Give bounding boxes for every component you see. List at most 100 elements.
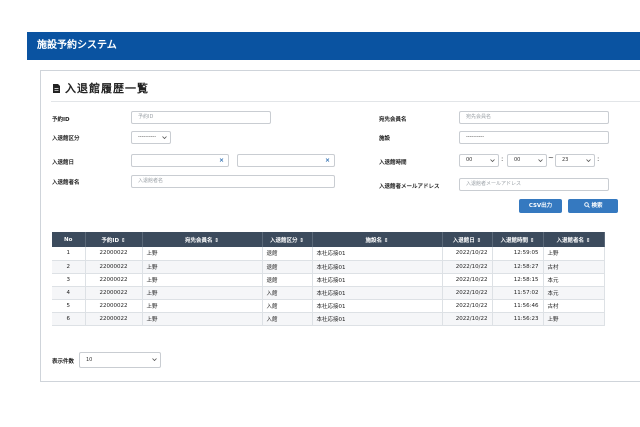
page-size-select[interactable]: 10 xyxy=(79,352,161,368)
table-row: 1 22000022 上野 退館 本社応接01 2022/10/22 12:59:05 上野 xyxy=(52,247,605,261)
entry-type-select[interactable]: ---------- xyxy=(131,131,171,144)
facility-name-cell: 本社応接01 xyxy=(312,247,443,261)
destination-member-cell: 上野 xyxy=(142,273,263,287)
column-header[interactable]: 入退館日 ⇕ xyxy=(442,232,493,247)
entry-date-cell: 2022/10/22 xyxy=(442,286,493,300)
reservation-id-placeholder: 予約ID xyxy=(138,114,154,120)
reservation-id-label: 予約ID xyxy=(52,117,70,123)
row-number-cell: 2 xyxy=(52,260,86,274)
visitor-name-cell: 本元 xyxy=(543,273,605,287)
visitor-name-input[interactable]: 入退館者名 xyxy=(131,175,335,188)
row-number-cell: 1 xyxy=(52,247,86,261)
visitor-email-placeholder: 入退館者メールアドレス xyxy=(466,181,522,187)
destination-member-cell: 上野 xyxy=(142,286,263,300)
entry-time-cell: 11:56:23 xyxy=(492,312,544,326)
row-number-cell: 4 xyxy=(52,286,86,300)
entry-date-label: 入退館日 xyxy=(52,160,75,166)
destination-member-cell: 上野 xyxy=(142,260,263,274)
reservation-id-cell: 22000022 xyxy=(85,286,143,300)
entry-time-cell: 12:59:05 xyxy=(492,247,544,261)
reservation-id-input[interactable]: 予約ID xyxy=(131,111,271,124)
visitor-name-cell: 古村 xyxy=(543,299,605,313)
reservation-id-cell: 22000022 xyxy=(85,260,143,274)
entry-date-cell: 2022/10/22 xyxy=(442,260,493,274)
to-hour-value: 23 xyxy=(562,157,569,163)
column-header[interactable]: 予約ID ⇕ xyxy=(85,232,143,247)
reservation-id-cell: 22000022 xyxy=(85,312,143,326)
entry-time-cell: 11:56:46 xyxy=(492,299,544,313)
table-body: 1 22000022 上野 退館 本社応接01 2022/10/22 12:59:05 上野 2… xyxy=(52,247,605,326)
entry-date-cell: 2022/10/22 xyxy=(442,312,493,326)
page-title: 入退館履歴一覧 xyxy=(53,80,149,96)
entry-time-cell: 12:58:27 xyxy=(492,260,544,274)
chevron-down-icon xyxy=(152,358,157,362)
from-minute-select[interactable]: 00 xyxy=(507,154,547,167)
facility-name-cell: 本社応接01 xyxy=(312,312,443,326)
chevron-down-icon xyxy=(586,159,591,163)
csv-export-label: CSV出力 xyxy=(528,203,553,209)
facility-name-cell: 本社応接01 xyxy=(312,299,443,313)
row-number-cell: 3 xyxy=(52,273,86,287)
history-table: No 予約ID ⇕ 宛先会員名 ⇕ 入退館区分 ⇕ 施設名 ⇕ 入退館日 ⇕ 入… xyxy=(52,232,605,326)
facility-select[interactable]: ---------- xyxy=(459,131,609,144)
time-colon: : xyxy=(597,155,600,163)
search-button[interactable]: 検索 xyxy=(568,199,618,213)
from-hour-select[interactable]: 00 xyxy=(459,154,499,167)
destination-member-cell: 上野 xyxy=(142,247,263,261)
row-number-cell: 6 xyxy=(52,312,86,326)
app-header: 施設予約システム xyxy=(27,32,640,60)
row-number-cell: 5 xyxy=(52,299,86,313)
history-panel: 入退館履歴一覧 予約ID 予約ID 入退館区分 ---------- 入退館日 … xyxy=(40,70,640,382)
entry-type-cell: 入館 xyxy=(262,286,313,300)
facility-label: 施設 xyxy=(379,136,391,142)
to-hour-select[interactable]: 23 xyxy=(555,154,595,167)
chevron-down-icon xyxy=(538,159,543,163)
document-icon xyxy=(53,83,60,93)
table-row: 4 22000022 上野 入館 本社応接01 2022/10/22 11:57:02 本元 xyxy=(52,286,605,300)
column-header[interactable]: 施設名 ⇕ xyxy=(312,232,443,247)
clear-icon[interactable]: × xyxy=(219,155,224,166)
chevron-down-icon xyxy=(162,136,167,140)
table-row: 6 22000022 上野 入館 本社応接01 2022/10/22 11:56:23 上野 xyxy=(52,312,605,326)
visitor-email-label: 入退館者メールアドレス xyxy=(379,184,440,190)
entry-time-cell: 12:58:15 xyxy=(492,273,544,287)
entry-type-cell: 退館 xyxy=(262,273,313,287)
table-row: 3 22000022 上野 退館 本社応接01 2022/10/22 12:58:15 本元 xyxy=(52,273,605,287)
column-header[interactable]: 入退館時間 ⇕ xyxy=(492,232,544,247)
page-size-label: 表示件数 xyxy=(52,359,75,365)
csv-export-button[interactable]: CSV出力 xyxy=(519,199,562,213)
clear-icon[interactable]: × xyxy=(325,155,330,166)
entry-type-label: 入退館区分 xyxy=(52,136,80,142)
table-row: 2 22000022 上野 退館 本社応接01 2022/10/22 12:58:27 古村 xyxy=(52,260,605,274)
page-size-value: 10 xyxy=(86,357,93,363)
entry-date-cell: 2022/10/22 xyxy=(442,299,493,313)
title-divider xyxy=(51,101,640,102)
time-range-tilde: ~ xyxy=(548,154,554,162)
search-icon xyxy=(583,202,590,208)
column-header[interactable]: 入退館者名 ⇕ xyxy=(543,232,605,247)
destination-member-input[interactable]: 宛先会員名 xyxy=(459,111,609,124)
reservation-id-cell: 22000022 xyxy=(85,299,143,313)
entry-date-to-input[interactable]: × xyxy=(237,154,335,167)
table-header-row: No 予約ID ⇕ 宛先会員名 ⇕ 入退館区分 ⇕ 施設名 ⇕ 入退館日 ⇕ 入… xyxy=(52,232,605,247)
destination-member-placeholder: 宛先会員名 xyxy=(466,114,492,120)
visitor-name-cell: 上野 xyxy=(543,247,605,261)
column-header: No xyxy=(52,232,86,247)
table-row: 5 22000022 上野 入館 本社応接01 2022/10/22 11:56:46 古村 xyxy=(52,299,605,313)
destination-member-label: 宛先会員名 xyxy=(379,117,407,123)
entry-date-from-input[interactable]: × xyxy=(131,154,229,167)
entry-type-cell: 退館 xyxy=(262,247,313,261)
app-title: 施設予約システム xyxy=(37,40,117,51)
column-header[interactable]: 入退館区分 ⇕ xyxy=(262,232,313,247)
facility-name-cell: 本社応接01 xyxy=(312,273,443,287)
entry-type-cell: 入館 xyxy=(262,312,313,326)
facility-value: ---------- xyxy=(466,134,485,140)
facility-name-cell: 本社応接01 xyxy=(312,260,443,274)
destination-member-cell: 上野 xyxy=(142,299,263,313)
reservation-id-cell: 22000022 xyxy=(85,247,143,261)
visitor-email-input[interactable]: 入退館者メールアドレス xyxy=(459,178,609,191)
column-header[interactable]: 宛先会員名 ⇕ xyxy=(142,232,263,247)
reservation-id-cell: 22000022 xyxy=(85,273,143,287)
entry-type-cell: 退館 xyxy=(262,260,313,274)
destination-member-cell: 上野 xyxy=(142,312,263,326)
